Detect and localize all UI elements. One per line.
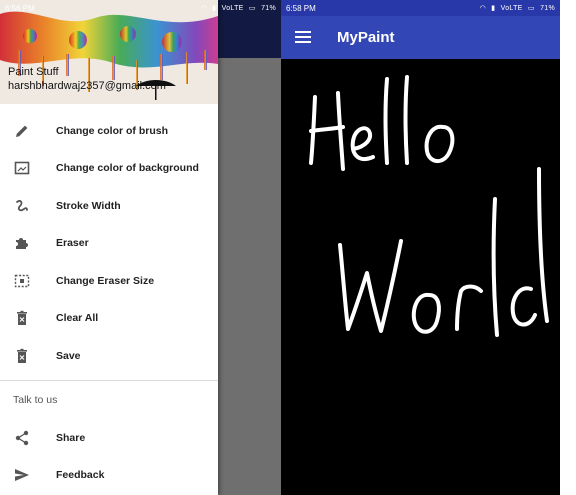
menu-item-label: Feedback	[56, 469, 105, 482]
share-icon	[12, 428, 32, 448]
menu-item-change-brush-color[interactable]: Change color of brush	[0, 112, 218, 150]
network-label: VoLTE	[221, 5, 244, 12]
drawing-canvas[interactable]	[281, 59, 560, 495]
image-gap	[560, 0, 576, 495]
battery-level: 71%	[261, 5, 276, 12]
status-indicators: ◠ ▮ VoLTE ▭ 71%	[198, 4, 276, 12]
menu-item-label: Clear All	[56, 312, 99, 325]
resize-icon	[12, 271, 32, 291]
user-name: Paint Stuff	[8, 66, 59, 78]
menu-item-stroke-width[interactable]: Stroke Width	[0, 187, 218, 225]
status-time: 6:58 PM	[286, 3, 316, 13]
status-bar: 6:56 PM ◠ ▮ VoLTE ▭ 71%	[0, 0, 281, 16]
menu-item-change-background-color[interactable]: Change color of background	[0, 150, 218, 188]
battery-level: 71%	[540, 5, 555, 12]
menu-item-label: Eraser	[56, 237, 89, 250]
handwritten-drawing	[309, 75, 549, 337]
trash-icon	[12, 308, 32, 328]
puzzle-icon	[12, 233, 32, 253]
menu-item-label: Change Eraser Size	[56, 274, 155, 287]
battery-icon: ▭	[527, 5, 535, 12]
right-phone-screen: 6:58 PM ◠ ▮ VoLTE ▭ 71% MyPaint	[281, 0, 560, 495]
status-bar: 6:58 PM ◠ ▮ VoLTE ▭ 71%	[281, 0, 560, 16]
menu-item-eraser[interactable]: Eraser	[0, 225, 218, 263]
pencil-icon	[12, 121, 32, 141]
section-title: Talk to us	[13, 394, 58, 406]
menu-item-save[interactable]: Save	[0, 337, 218, 375]
menu-item-clear-all[interactable]: Clear All	[0, 300, 218, 338]
menu-item-label: Stroke Width	[56, 199, 121, 212]
menu-item-share[interactable]: Share	[0, 419, 218, 457]
contact-menu: Share Feedback	[0, 419, 218, 494]
user-email: harshbhardwaj2357@gmail.com	[8, 80, 166, 92]
picture-frame-icon	[12, 158, 32, 178]
menu-item-label: Save	[56, 349, 81, 362]
menu-item-feedback[interactable]: Feedback	[0, 457, 218, 495]
navigation-drawer: Paint Stuff harshbhardwaj2357@gmail.com …	[0, 0, 218, 495]
menu-item-label: Change color of brush	[56, 124, 169, 137]
signal-icon: ▮	[491, 5, 496, 12]
stroke-icon	[12, 196, 32, 216]
wifi-icon: ◠	[479, 5, 486, 12]
send-icon	[12, 465, 32, 485]
menu-item-label: Change color of background	[56, 162, 199, 175]
signal-icon: ▮	[212, 5, 217, 12]
menu-icon[interactable]	[295, 31, 311, 43]
status-time: 6:56 PM	[5, 3, 35, 13]
menu-item-change-eraser-size[interactable]: Change Eraser Size	[0, 262, 218, 300]
menu-item-label: Share	[56, 431, 86, 444]
menu-divider	[0, 380, 218, 381]
trash-icon	[12, 346, 32, 366]
wifi-icon: ◠	[200, 5, 207, 12]
drawer-menu: Change color of brush Change color of ba…	[0, 112, 218, 375]
status-indicators: ◠ ▮ VoLTE ▭ 71%	[477, 4, 555, 12]
drawer-scrim[interactable]	[218, 58, 281, 495]
app-title: MyPaint	[337, 29, 395, 46]
app-bar: MyPaint	[281, 16, 560, 59]
left-phone-screen: 6:56 PM ◠ ▮ VoLTE ▭ 71% Paint Stuff hars…	[0, 0, 281, 495]
network-label: VoLTE	[500, 5, 523, 12]
battery-icon: ▭	[248, 5, 256, 12]
